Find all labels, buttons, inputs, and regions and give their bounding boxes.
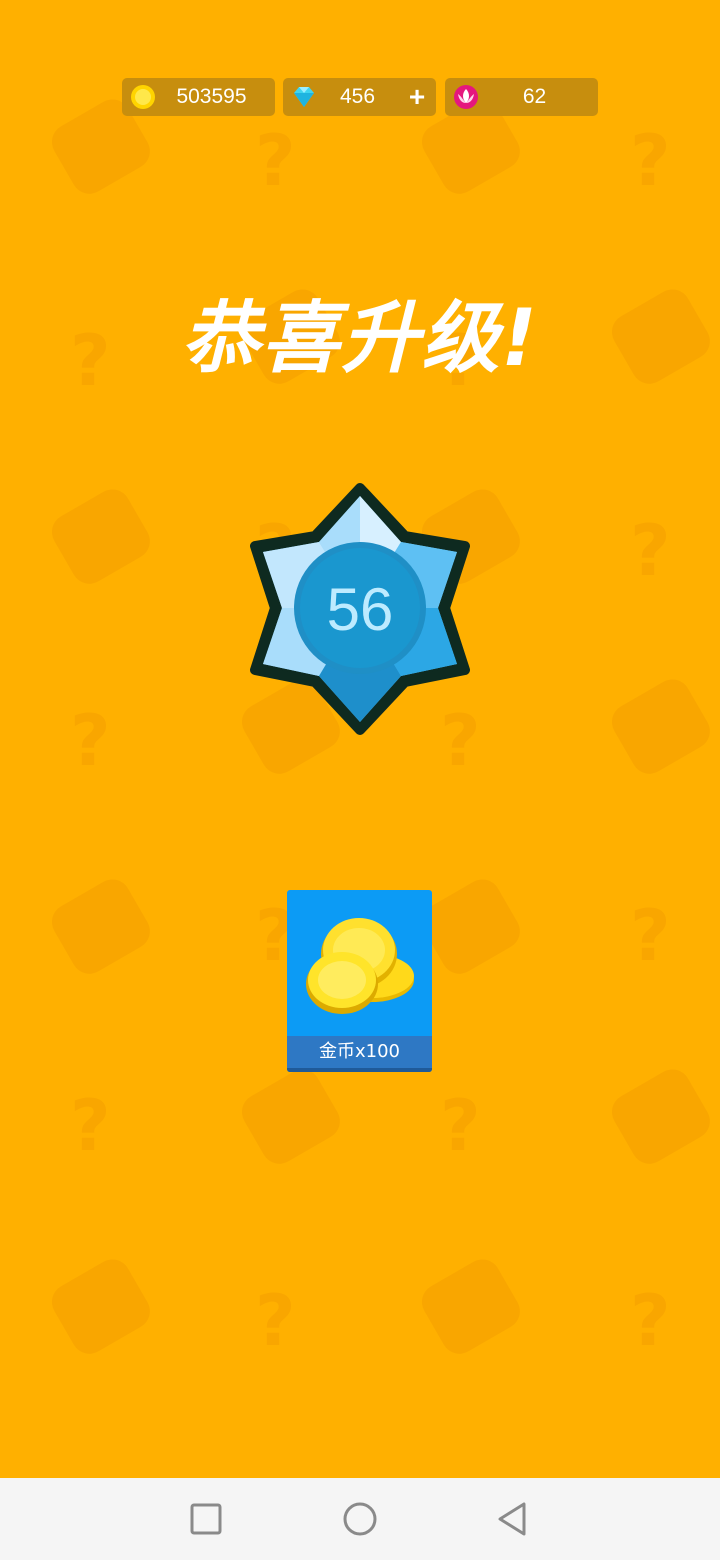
reward-card: 金币x100 bbox=[287, 890, 432, 1072]
lotus-value: 62 bbox=[522, 85, 547, 108]
gold-coin-icon bbox=[131, 85, 155, 109]
svg-text:?: ? bbox=[255, 1280, 296, 1362]
level-number: 56 bbox=[327, 576, 394, 643]
triangle-back-icon[interactable] bbox=[488, 1496, 538, 1542]
svg-text:?: ? bbox=[630, 510, 671, 592]
svg-text:?: ? bbox=[630, 120, 671, 202]
gem-counter: 456 + bbox=[283, 78, 436, 116]
svg-text:?: ? bbox=[630, 895, 671, 977]
svg-text:?: ? bbox=[70, 700, 111, 782]
coin-counter: 503595 bbox=[122, 78, 275, 116]
lotus-counter: 62 bbox=[445, 78, 598, 116]
diamond-icon bbox=[294, 87, 314, 107]
lotus-icon bbox=[454, 85, 478, 109]
svg-text:?: ? bbox=[255, 120, 296, 202]
svg-text:?: ? bbox=[440, 1085, 481, 1167]
gold-coins-pile-icon bbox=[306, 918, 414, 1014]
system-nav-bar bbox=[0, 1478, 720, 1560]
circle-icon[interactable] bbox=[335, 1496, 385, 1542]
gem-value: 456 bbox=[339, 85, 376, 108]
reward-label: 金币x100 bbox=[287, 1036, 432, 1072]
add-gems-button[interactable]: + bbox=[402, 82, 432, 112]
level-up-title: 恭喜升级! bbox=[181, 294, 539, 384]
level-up-screen: ? ? ? ? ? ? ? ? ? ? ? ? ? ? 503595 bbox=[0, 0, 720, 1560]
level-badge: 56 bbox=[250, 483, 470, 735]
coin-value: 503595 bbox=[176, 85, 247, 108]
square-icon[interactable] bbox=[181, 1496, 231, 1542]
svg-text:?: ? bbox=[70, 1085, 111, 1167]
svg-text:?: ? bbox=[630, 1280, 671, 1362]
